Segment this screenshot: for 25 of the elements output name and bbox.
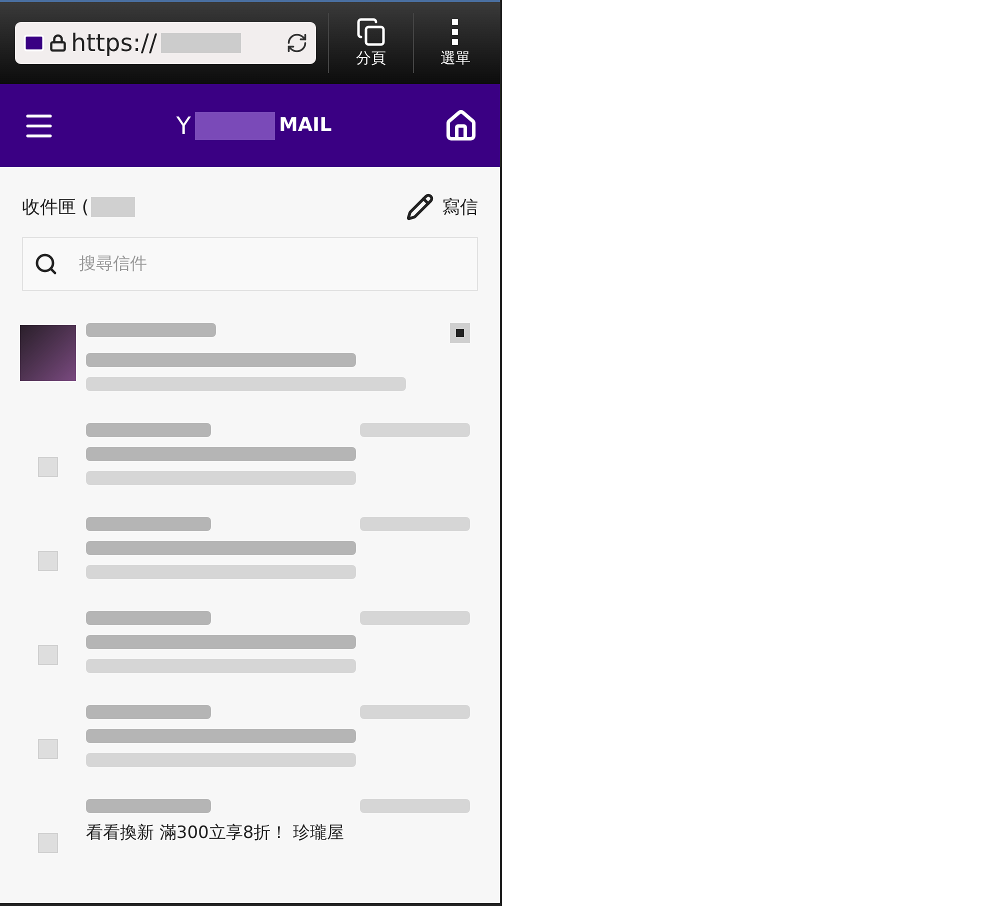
menu-button[interactable]: 選單 (426, 16, 485, 70)
logo-text: MAIL (278, 113, 332, 138)
checkbox[interactable] (38, 645, 58, 665)
checkbox[interactable] (38, 457, 58, 477)
mail-icon (23, 32, 45, 54)
checkbox[interactable] (38, 739, 58, 759)
avatar-photo-placeholder (20, 325, 76, 381)
url-text: https:// (71, 28, 158, 59)
copy-pages-icon (356, 16, 386, 47)
logo-text: Y (176, 110, 191, 142)
search-field[interactable]: 搜尋信件 (22, 237, 478, 291)
pencil-icon (406, 193, 434, 221)
compose-button[interactable]: 寫信 (406, 193, 478, 221)
inbox-title: 收件匣 ( (22, 196, 89, 220)
more-vertical-icon (452, 18, 458, 45)
message-subject: 看看換新 滿300立享8折！ 珍瓏屋 (86, 823, 346, 843)
home-icon[interactable] (444, 108, 478, 142)
checkbox[interactable] (38, 833, 58, 853)
tabs-button[interactable]: 分頁 (341, 16, 401, 70)
checkbox[interactable] (38, 551, 58, 571)
search-icon (34, 252, 58, 276)
lock-icon (49, 34, 67, 52)
redacted-text (90, 197, 135, 217)
address-bar[interactable]: https:// (15, 22, 316, 64)
refresh-icon[interactable] (286, 32, 308, 54)
